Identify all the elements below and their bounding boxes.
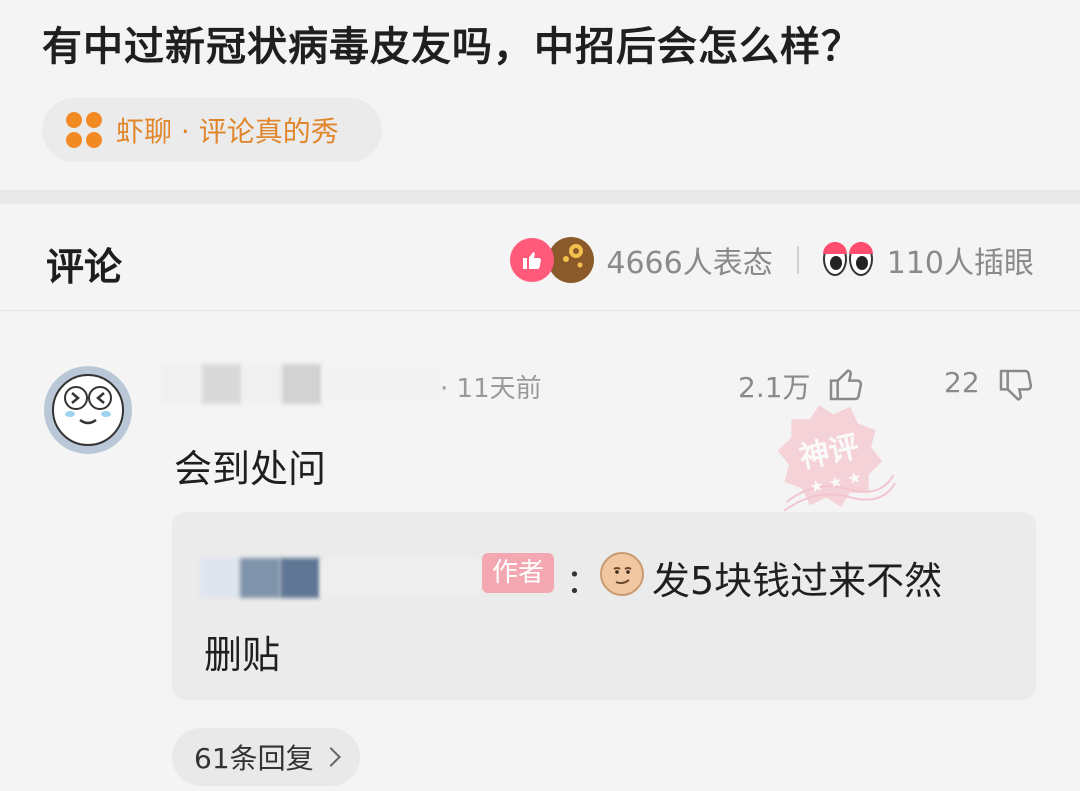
topic-logo-icon [66,112,102,148]
comment-time: · 11天前 [440,374,542,404]
god-comment-stamp: 神评 ★ ★ ★ [759,385,901,527]
avatar[interactable] [44,366,132,454]
eyes-count: 110人插眼 [886,246,1034,281]
reply-preview[interactable] [172,512,1036,700]
reply-username-redacted[interactable] [200,556,482,600]
view-replies-button[interactable]: 61条回复 [172,728,360,786]
header-divider [0,310,1080,311]
thumbs-down-icon[interactable] [996,366,1036,406]
dislike-count: 22 [944,366,980,399]
reply-text-line2: 删贴 [204,633,281,677]
post-title: 有中过新冠状病毒皮友吗，中招后会怎么样？ [42,24,862,70]
comments-title: 评论 [46,245,123,289]
eyes-icon [822,238,875,282]
frog-face-icon [52,374,124,446]
chevron-right-icon [320,747,341,767]
topic-label: 虾聊 · 评论真的秀 [116,115,339,148]
reaction-emoji-icon [548,237,595,283]
reply-colon: ： [566,562,600,602]
topic-chip[interactable]: 虾聊 · 评论真的秀 [42,98,382,162]
reaction-count: 4666人表态 [606,246,773,281]
replies-count-label: 61条回复 [194,742,314,775]
section-divider [0,190,1080,204]
reaction-summary[interactable]: 4666人表态 110人插眼 [510,234,1034,286]
comment-text: 会到处问 [174,447,327,491]
smirk-face-icon [600,552,644,596]
username-redacted[interactable] [162,362,442,406]
reaction-separator [796,246,799,274]
reply-text-line1: 发5块钱过来不然 [652,559,943,603]
author-badge: 作者 [482,553,555,593]
